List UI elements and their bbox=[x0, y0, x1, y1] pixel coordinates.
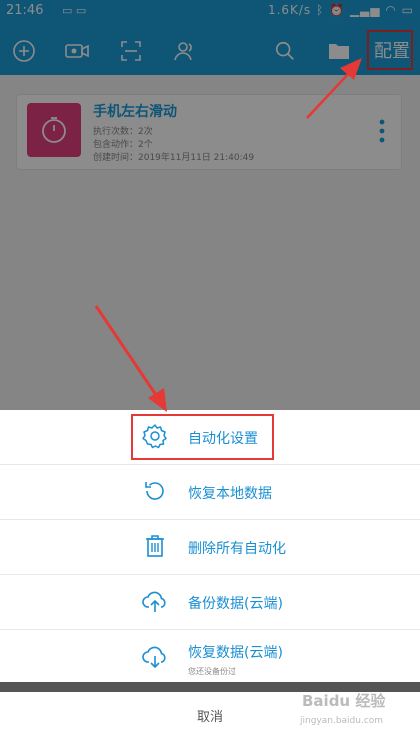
menu-sublabel: 您还没备份过 bbox=[188, 667, 236, 676]
menu-item-delete-all[interactable]: 删除所有自动化 bbox=[0, 520, 420, 575]
annotation-box-settings bbox=[131, 414, 274, 460]
cloud-download-icon bbox=[142, 643, 168, 669]
menu-item-cloud-restore[interactable]: 恢复数据(云端) 您还没备份过 bbox=[0, 630, 420, 685]
trash-icon bbox=[142, 533, 168, 559]
menu-label: 删除所有自动化 bbox=[188, 541, 286, 557]
baidu-watermark: Baidu 经验 jingyan.baidu.com bbox=[296, 688, 416, 734]
watermark-main: Baidu 经验 bbox=[302, 692, 386, 710]
menu-label: 恢复数据(云端) bbox=[188, 645, 283, 661]
cloud-upload-icon bbox=[142, 588, 168, 614]
watermark-sub: jingyan.baidu.com bbox=[300, 716, 384, 726]
restore-icon bbox=[142, 478, 168, 504]
menu-item-cloud-backup[interactable]: 备份数据(云端) bbox=[0, 575, 420, 630]
menu-label: 备份数据(云端) bbox=[188, 596, 283, 612]
menu-item-restore-local[interactable]: 恢复本地数据 bbox=[0, 465, 420, 520]
menu-label: 恢复本地数据 bbox=[188, 486, 272, 502]
